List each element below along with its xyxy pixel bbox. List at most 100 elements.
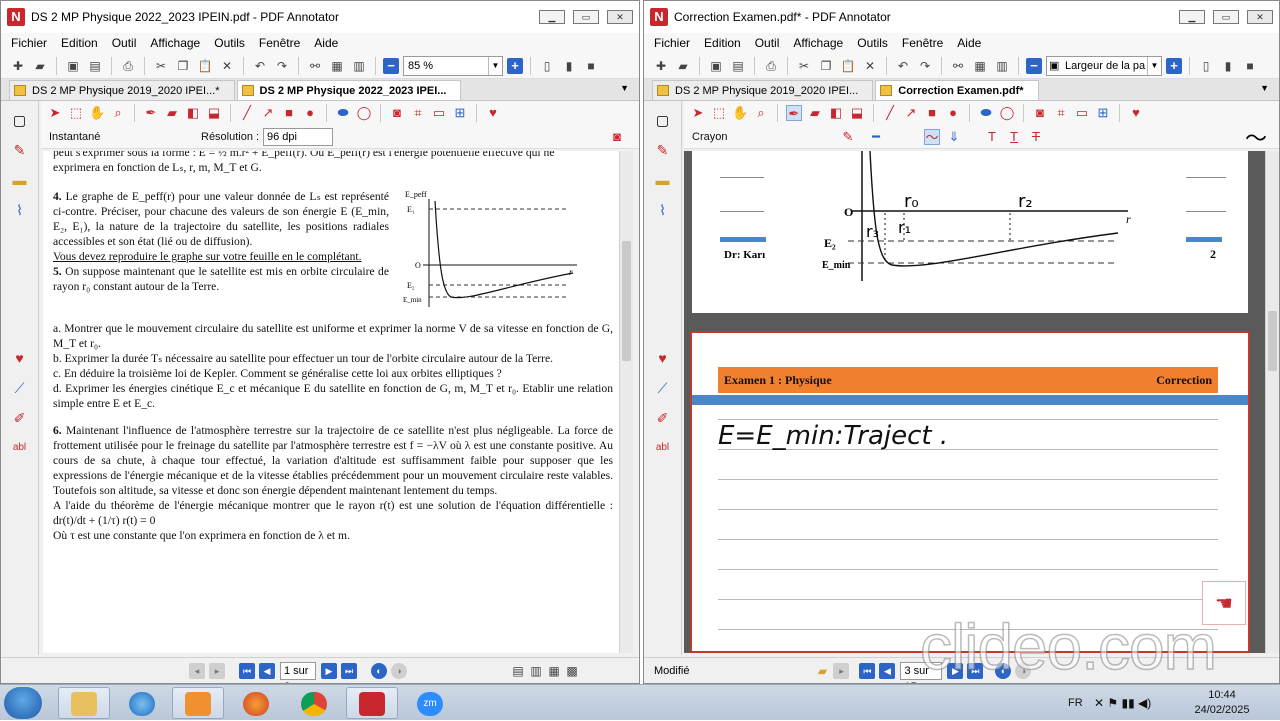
- favorites-heart-icon[interactable]: ♥: [9, 347, 31, 369]
- eraser-icon[interactable]: ◧: [828, 105, 844, 121]
- text-underline-icon[interactable]: T: [1006, 129, 1022, 145]
- menu-affichage[interactable]: Affichage: [150, 36, 200, 50]
- history-back-icon[interactable]: ◐: [371, 662, 387, 679]
- text-strike-icon[interactable]: T: [1028, 129, 1044, 145]
- text-tool-icon[interactable]: abl: [9, 437, 31, 459]
- fullscreen-icon[interactable]: ■: [1241, 57, 1259, 75]
- taskbar-zoom[interactable]: zm: [404, 687, 456, 719]
- smooth-line-icon[interactable]: 〜: [924, 129, 940, 145]
- single-page-view-icon[interactable]: ▤: [509, 662, 527, 680]
- favorites-icon[interactable]: ♥: [1128, 105, 1144, 121]
- close-button[interactable]: ✕: [1247, 10, 1273, 24]
- pen-tool-icon[interactable]: ✒: [143, 105, 159, 121]
- page-icon[interactable]: ▢: [9, 109, 31, 131]
- continuous-view-icon[interactable]: ▥: [527, 662, 545, 680]
- print-icon[interactable]: ⎙: [119, 57, 137, 75]
- magnifier-icon[interactable]: ⌕: [753, 105, 769, 121]
- menu-outil[interactable]: Outil: [755, 36, 780, 50]
- select-area-icon[interactable]: ⬚: [68, 105, 84, 121]
- page-setup-icon[interactable]: ▦: [328, 57, 346, 75]
- favorites-icon[interactable]: ♥: [485, 105, 501, 121]
- minimize-button[interactable]: ▁: [539, 10, 565, 24]
- print-icon[interactable]: ⎙: [762, 57, 780, 75]
- tab-correction-examen[interactable]: Correction Examen.pdf*: [875, 80, 1039, 100]
- first-page-icon[interactable]: ⏮: [239, 662, 255, 679]
- maximize-button[interactable]: ▭: [1213, 10, 1239, 24]
- insert-page-icon[interactable]: ▥: [350, 57, 368, 75]
- save-as-icon[interactable]: ▤: [86, 57, 104, 75]
- folder-icon[interactable]: ▬: [9, 169, 31, 191]
- select-arrow-icon[interactable]: ➤: [690, 105, 706, 121]
- highlighter-tool-icon[interactable]: ▰: [807, 105, 823, 121]
- resolution-input[interactable]: 96 dpi: [263, 128, 333, 146]
- find-icon[interactable]: ⚯: [306, 57, 324, 75]
- clock-time[interactable]: 10:44: [1192, 689, 1252, 703]
- undo-icon[interactable]: ↶: [251, 57, 269, 75]
- snap-icon[interactable]: ⇓: [946, 129, 962, 145]
- ellipse-tool-icon[interactable]: ●: [302, 105, 318, 121]
- tab-ds2-2022[interactable]: DS 2 MP Physique 2022_2023 IPEI...: [236, 80, 462, 100]
- undo-icon[interactable]: ↶: [894, 57, 912, 75]
- first-page-icon[interactable]: ⏮: [859, 662, 876, 679]
- snapshot-camera-icon[interactable]: ◙: [1032, 105, 1048, 121]
- menu-fichier[interactable]: Fichier: [654, 36, 690, 50]
- open-folder-icon[interactable]: ▰: [674, 57, 692, 75]
- hand-icon[interactable]: ✋: [89, 105, 105, 121]
- paperclip-icon[interactable]: ⌇: [652, 199, 674, 221]
- find-icon[interactable]: ⚯: [949, 57, 967, 75]
- highlighter-icon[interactable]: ⟋: [9, 377, 31, 399]
- taskbar-chrome[interactable]: [288, 687, 340, 719]
- favorites-heart-icon[interactable]: ♥: [652, 347, 674, 369]
- language-indicator[interactable]: FR: [1068, 685, 1083, 721]
- lasso-icon[interactable]: ◯: [356, 105, 372, 121]
- close-button[interactable]: ✕: [607, 10, 633, 24]
- fullscreen-icon[interactable]: ■: [582, 57, 600, 75]
- menu-outils[interactable]: Outils: [214, 36, 245, 50]
- cut-icon[interactable]: ✂: [795, 57, 813, 75]
- line-tool-icon[interactable]: ╱: [882, 105, 898, 121]
- marker-icon[interactable]: ✐: [652, 407, 674, 429]
- menu-edition[interactable]: Edition: [704, 36, 741, 50]
- hand-icon[interactable]: ✋: [732, 105, 748, 121]
- maximize-button[interactable]: ▭: [573, 10, 599, 24]
- line-tool-icon[interactable]: ╱: [239, 105, 255, 121]
- stamp-icon[interactable]: ⬓: [849, 105, 865, 121]
- pen-tool-icon[interactable]: ✒: [786, 105, 802, 121]
- text-insert-icon[interactable]: ⊞: [1095, 105, 1111, 121]
- title-bar[interactable]: N Correction Examen.pdf* - PDF Annotator…: [644, 1, 1279, 33]
- eraser-blue-icon[interactable]: ⬬: [978, 105, 994, 121]
- fit-width-view-icon[interactable]: ▮: [1219, 57, 1237, 75]
- ruler-icon[interactable]: ▭: [431, 105, 447, 121]
- next-page-icon[interactable]: ▶: [321, 662, 337, 679]
- crop-icon[interactable]: ⌗: [1053, 105, 1069, 121]
- menu-aide[interactable]: Aide: [314, 36, 338, 50]
- taskbar-ie[interactable]: [116, 687, 168, 719]
- forward-icon[interactable]: ▸: [833, 662, 850, 679]
- eraser-blue-icon[interactable]: ⬬: [335, 105, 351, 121]
- lasso-icon[interactable]: ◯: [999, 105, 1015, 121]
- save-as-icon[interactable]: ▤: [729, 57, 747, 75]
- menu-outils[interactable]: Outils: [857, 36, 888, 50]
- pdf-page-current[interactable]: Examen 1 : Physique Correction E=E_min:T…: [690, 331, 1250, 653]
- menu-aide[interactable]: Aide: [957, 36, 981, 50]
- new-document-icon[interactable]: ✚: [652, 57, 670, 75]
- pdf-page-top[interactable]: Dr: Karı 2 O r E₂ E_min r₀ r₁ r₂ r₃: [692, 151, 1248, 313]
- rectangle-tool-icon[interactable]: ■: [281, 105, 297, 121]
- zoom-out-button[interactable]: −: [383, 57, 399, 74]
- redo-icon[interactable]: ↷: [273, 57, 291, 75]
- paperclip-icon[interactable]: ⌇: [9, 199, 31, 221]
- scrollbar-thumb[interactable]: [1268, 311, 1277, 371]
- paste-icon[interactable]: 📋: [839, 57, 857, 75]
- magnifier-icon[interactable]: ⌕: [110, 105, 126, 121]
- tray-icons[interactable]: ✕ ⚑ ▮▮ ◀): [1094, 685, 1151, 721]
- redo-icon[interactable]: ↷: [916, 57, 934, 75]
- pen-icon[interactable]: ✎: [9, 139, 31, 161]
- menu-affichage[interactable]: Affichage: [793, 36, 843, 50]
- select-area-icon[interactable]: ⬚: [711, 105, 727, 121]
- highlighter-icon[interactable]: ⟋: [652, 377, 674, 399]
- fit-width-icon[interactable]: ▮: [560, 57, 578, 75]
- taskbar-explorer[interactable]: [58, 687, 110, 719]
- ellipse-tool-icon[interactable]: ●: [945, 105, 961, 121]
- taskbar-pdf-annotator[interactable]: [346, 687, 398, 719]
- copy-icon[interactable]: ❐: [817, 57, 835, 75]
